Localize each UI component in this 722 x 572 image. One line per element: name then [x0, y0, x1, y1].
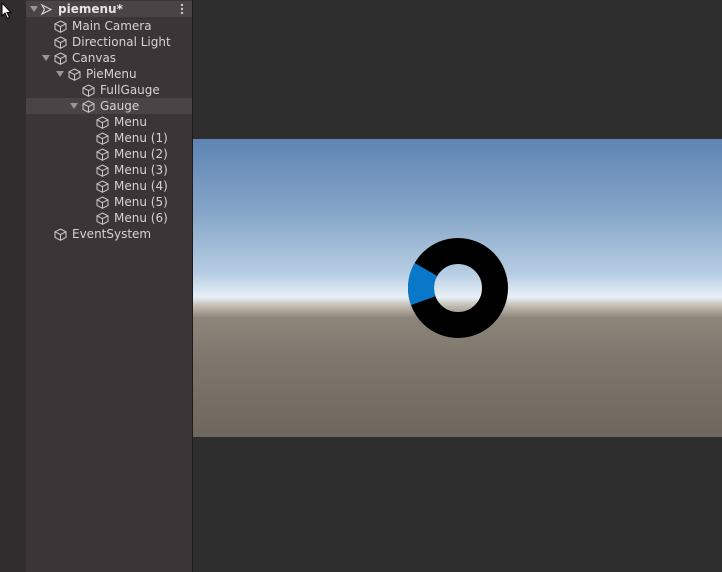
gameobject-cube-icon	[96, 148, 109, 161]
hierarchy-item-label: Menu	[114, 115, 147, 129]
gameobject-cube-icon	[96, 132, 109, 145]
gameobject-cube-icon	[54, 228, 67, 241]
unity-scene-icon	[40, 3, 53, 16]
left-toolbar-strip	[0, 0, 27, 572]
hierarchy-item-fullgauge[interactable]: FullGauge	[26, 82, 192, 98]
gameobject-cube-icon	[54, 36, 67, 49]
gameobject-cube-icon	[82, 84, 95, 97]
hierarchy-item-label: EventSystem	[72, 227, 152, 241]
gameobject-cube-icon	[96, 180, 109, 193]
hierarchy-item-menu[interactable]: Menu	[26, 114, 192, 130]
hierarchy-item-label: Main Camera	[72, 19, 152, 33]
fold-arrow-down-icon[interactable]	[70, 102, 78, 110]
hierarchy-item-eventsystem[interactable]: EventSystem	[26, 226, 192, 242]
hierarchy-item-label: Menu (2)	[114, 147, 168, 161]
hierarchy-item-label: Canvas	[72, 51, 117, 65]
gameobject-cube-icon	[54, 20, 67, 33]
hierarchy-item-label: Menu (5)	[114, 195, 168, 209]
hierarchy-item-gauge[interactable]: Gauge	[26, 98, 192, 114]
gameobject-cube-icon	[96, 212, 109, 225]
hierarchy-item-main-camera[interactable]: Main Camera	[26, 18, 192, 34]
gameobject-cube-icon	[96, 196, 109, 209]
hierarchy-item-label: Gauge	[100, 99, 140, 113]
gameobject-cube-icon	[68, 68, 81, 81]
hierarchy-item-label: Menu (6)	[114, 211, 168, 225]
pie-gauge[interactable]	[407, 237, 509, 339]
hierarchy-item-label: Menu (3)	[114, 163, 168, 177]
gameobject-cube-icon	[82, 100, 95, 113]
hierarchy-item-label: PieMenu	[86, 67, 137, 81]
fold-arrow-down-icon[interactable]	[30, 5, 38, 13]
gameobject-cube-icon	[96, 116, 109, 129]
hierarchy-item-label: FullGauge	[100, 83, 160, 97]
mouse-cursor-icon	[1, 2, 13, 20]
hierarchy-item-menu-5[interactable]: Menu (5)	[26, 194, 192, 210]
game-viewport[interactable]	[193, 139, 722, 437]
hierarchy-panel: piemenu* Main Camera Directional Light C…	[26, 0, 193, 572]
hierarchy-item-label: Menu (4)	[114, 179, 168, 193]
scene-name-label: piemenu*	[58, 2, 123, 16]
hierarchy-item-menu-2[interactable]: Menu (2)	[26, 146, 192, 162]
hierarchy-item-menu-1[interactable]: Menu (1)	[26, 130, 192, 146]
hierarchy-item-piemenu[interactable]: PieMenu	[26, 66, 192, 82]
gameobject-cube-icon	[54, 52, 67, 65]
scene-row-piemenu[interactable]: piemenu*	[26, 1, 192, 17]
gameobject-cube-icon	[96, 164, 109, 177]
hierarchy-item-menu-4[interactable]: Menu (4)	[26, 178, 192, 194]
game-view-panel	[193, 0, 722, 572]
hierarchy-item-directional-light[interactable]: Directional Light	[26, 34, 192, 50]
fold-arrow-down-icon[interactable]	[56, 70, 64, 78]
fold-arrow-down-icon[interactable]	[42, 54, 50, 62]
hierarchy-item-label: Menu (1)	[114, 131, 168, 145]
more-options-icon[interactable]	[180, 3, 184, 15]
hierarchy-item-label: Directional Light	[72, 35, 171, 49]
hierarchy-item-menu-3[interactable]: Menu (3)	[26, 162, 192, 178]
hierarchy-item-menu-6[interactable]: Menu (6)	[26, 210, 192, 226]
hierarchy-item-canvas[interactable]: Canvas	[26, 50, 192, 66]
